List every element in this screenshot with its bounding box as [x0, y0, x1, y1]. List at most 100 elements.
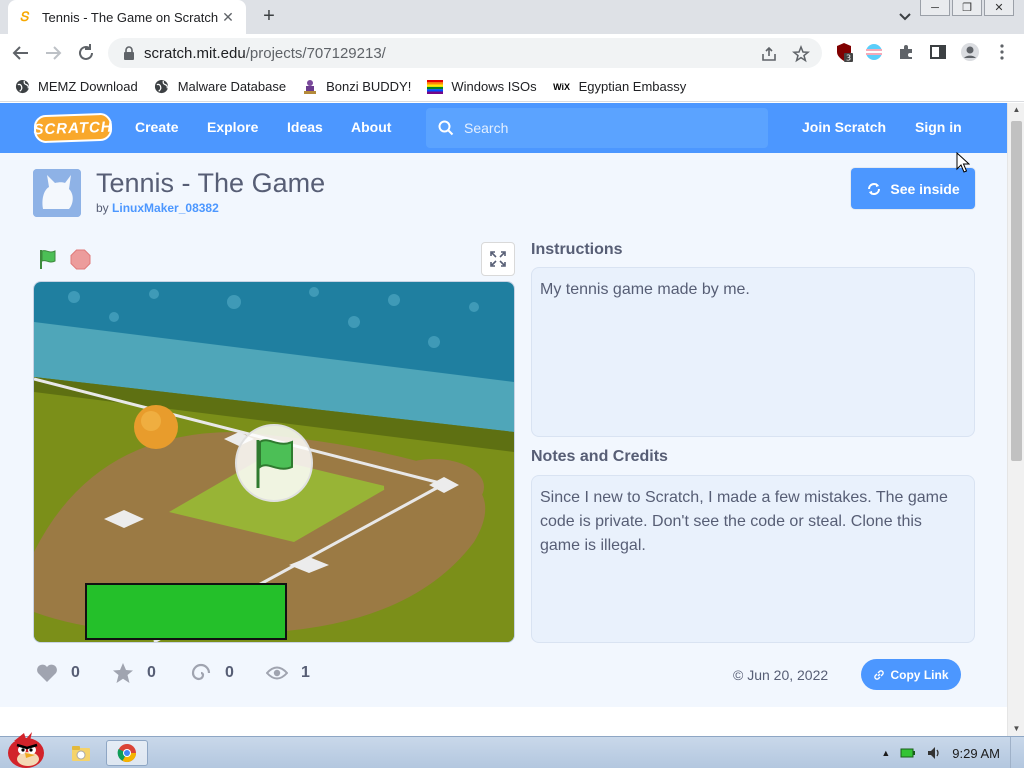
fullscreen-icon [490, 251, 506, 267]
chrome-icon [117, 744, 136, 763]
favorites-count: 0 [147, 664, 156, 681]
volume-icon[interactable] [926, 746, 942, 760]
star-icon [111, 661, 135, 685]
scroll-thumb[interactable] [1011, 121, 1022, 461]
scroll-down-arrow-icon[interactable]: ▼ [1008, 722, 1024, 736]
lock-icon[interactable] [122, 45, 136, 61]
bookmark-label: Malware Database [177, 79, 287, 94]
stop-sign-icon[interactable] [70, 249, 91, 270]
page-scrollbar[interactable]: ▲ ▼ [1007, 103, 1024, 736]
instructions-heading: Instructions [531, 241, 623, 258]
url-text[interactable]: scratch.mit.edu/projects/707129213/ [144, 45, 822, 62]
browser-tabstrip: 𝑆 Tennis - The Game on Scratch ✕ + ─ ❐ ✕ [0, 0, 1024, 34]
reload-icon[interactable] [75, 42, 97, 64]
mouse-cursor-icon [956, 152, 970, 173]
see-inside-button[interactable]: See inside [851, 168, 975, 209]
copy-link-button[interactable]: Copy Link [861, 659, 961, 690]
remix-spiral-icon [189, 661, 213, 685]
loves-stat[interactable]: 0 [35, 661, 80, 685]
bookmark-star-icon[interactable] [792, 45, 810, 63]
scroll-up-arrow-icon[interactable]: ▲ [1008, 103, 1024, 117]
bookmark-malware-db[interactable]: Malware Database [154, 79, 286, 95]
link-icon [874, 669, 885, 680]
profile-avatar-icon[interactable] [960, 42, 980, 62]
scratch-favicon-icon: 𝑆 [20, 9, 30, 24]
project-title: Tennis - The Game [96, 168, 326, 198]
new-tab-button[interactable]: + [256, 5, 282, 29]
extensions-puzzle-icon[interactable] [896, 42, 916, 62]
project-stage[interactable] [33, 281, 515, 643]
angry-bird-start-icon[interactable] [4, 731, 48, 768]
wix-icon: WiX [553, 81, 571, 92]
nav-about[interactable]: About [351, 119, 391, 135]
scratch-search[interactable] [426, 108, 768, 148]
rainbow-flag-icon [427, 79, 444, 95]
taskbar-explorer-icon[interactable] [66, 740, 96, 766]
trans-flag-extension-icon[interactable] [864, 42, 884, 62]
scratch-logo[interactable]: SCRATCH [33, 112, 113, 144]
see-inside-label: See inside [890, 180, 960, 197]
forward-arrow-icon[interactable] [42, 42, 64, 64]
ublock-extension-icon[interactable]: 3 [834, 42, 854, 62]
taskbar-clock[interactable]: 9:29 AM [952, 746, 1000, 761]
page-viewport: SCRATCH Create Explore Ideas About Join … [0, 103, 1007, 736]
close-window-button[interactable]: ✕ [984, 0, 1014, 16]
globe-icon [154, 79, 170, 95]
views-count: 1 [301, 664, 310, 681]
join-scratch-link[interactable]: Join Scratch [802, 119, 886, 135]
instructions-panel: My tennis game made by me. [531, 267, 975, 437]
side-panel-icon[interactable] [928, 42, 948, 62]
bookmark-memz[interactable]: MEMZ Download [14, 79, 138, 95]
author-link[interactable]: LinuxMaker_08382 [112, 201, 219, 215]
byline-prefix: by [96, 201, 109, 215]
address-bar[interactable]: scratch.mit.edu/projects/707129213/ [108, 38, 822, 68]
browser-toolbar: scratch.mit.edu/projects/707129213/ 3 [0, 34, 1024, 72]
tray-expand-arrow-icon[interactable]: ▲ [881, 748, 890, 758]
bookmark-bonzi[interactable]: Bonzi BUDDY! [302, 79, 411, 95]
ball-highlight [141, 411, 161, 431]
bookmark-windows-isos[interactable]: Windows ISOs [427, 79, 537, 95]
battery-icon[interactable] [900, 747, 916, 759]
tab-search-chevron-icon[interactable] [896, 8, 914, 26]
green-flag-icon[interactable] [37, 248, 59, 270]
globe-icon [14, 79, 30, 95]
overlay-flag-icon [259, 439, 293, 470]
bookmark-label: MEMZ Download [38, 79, 138, 94]
search-input[interactable] [464, 120, 754, 136]
bookmarks-bar: MEMZ Download Malware Database Bonzi BUD… [0, 72, 1024, 102]
bookmark-label: Egyptian Embassy [578, 79, 687, 94]
show-desktop-button[interactable] [1010, 737, 1024, 768]
remixes-count: 0 [225, 664, 234, 681]
author-avatar[interactable] [33, 169, 81, 217]
maximize-button[interactable]: ❐ [952, 0, 982, 16]
minimize-button[interactable]: ─ [920, 0, 950, 16]
remix-arrows-icon [868, 182, 881, 195]
share-icon[interactable] [760, 45, 778, 63]
bookmark-egyptian-embassy[interactable]: WiX Egyptian Embassy [553, 79, 687, 95]
paddle-sprite [85, 583, 287, 640]
heart-icon [35, 661, 59, 685]
url-path: /projects/707129213/ [245, 44, 386, 62]
notes-panel: Since I new to Scratch, I made a few mis… [531, 475, 975, 643]
nav-ideas[interactable]: Ideas [287, 119, 323, 135]
shared-date: © Jun 20, 2022 [733, 667, 829, 683]
favorites-stat[interactable]: 0 [111, 661, 156, 685]
nav-create[interactable]: Create [135, 119, 179, 135]
page-footer-strip [0, 707, 1007, 736]
browser-tab-active[interactable]: 𝑆 Tennis - The Game on Scratch ✕ [8, 0, 246, 34]
stage-canvas[interactable] [34, 282, 514, 642]
fullscreen-button[interactable] [481, 242, 515, 276]
copy-link-label: Copy Link [890, 667, 949, 682]
eye-icon [265, 661, 289, 685]
project-page: Tennis - The Game by LinuxMaker_08382 Se… [0, 153, 1007, 736]
back-arrow-icon[interactable] [10, 42, 32, 64]
notes-heading: Notes and Credits [531, 448, 668, 465]
taskbar-chrome-button[interactable] [106, 740, 148, 766]
remixes-stat: 0 [189, 661, 234, 685]
tab-close-icon[interactable]: ✕ [220, 9, 236, 26]
scratch-navbar: SCRATCH Create Explore Ideas About Join … [0, 103, 1007, 153]
project-byline: by LinuxMaker_08382 [96, 201, 219, 215]
nav-explore[interactable]: Explore [207, 119, 258, 135]
sign-in-link[interactable]: Sign in [915, 119, 962, 135]
kebab-menu-icon[interactable] [992, 42, 1012, 62]
